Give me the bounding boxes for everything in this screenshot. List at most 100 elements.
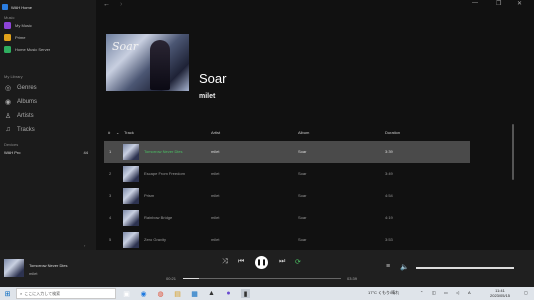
ime-indicator[interactable]: A [468,290,471,295]
server-icon [4,45,11,53]
tracks-icon: ♫ [5,126,11,133]
albums-icon: ◉ [4,98,12,106]
queue-icon[interactable]: ≡ [386,263,390,270]
device-name: WAH Pro [4,150,21,155]
sidebar-library-item[interactable]: ♫ Tracks [4,123,34,136]
track-row[interactable]: 5 Zero Gravity milet Soar 3:53 [104,229,470,251]
track-artist: milet [211,237,220,242]
sidebar-library-label: Artists [17,112,34,119]
now-playing-cover[interactable] [4,259,24,277]
prime-icon [4,33,11,41]
progress-bar[interactable] [183,278,341,279]
tray-up-icon[interactable]: ⌃ [420,290,423,295]
store-icon[interactable]: ▦ [190,289,199,298]
sidebar-source-label: Prime [15,34,26,40]
sort-chevron-icon[interactable]: ⌄ [116,130,119,135]
track-album: Soar [298,193,307,198]
total-time: 03:39 [347,276,358,281]
maximize-icon[interactable]: ❐ [496,0,501,7]
track-album: Soar [298,215,307,220]
library-section-label: My Library [4,74,23,79]
app-title: WAH Home [2,2,32,12]
music-app-icon[interactable]: ▮ [241,289,250,298]
app-b-icon[interactable]: ● [224,289,233,298]
file-explorer-icon[interactable]: ▤ [173,289,182,298]
close-icon[interactable]: ✕ [517,0,522,7]
battery-icon[interactable]: ▭ [444,290,448,295]
track-number: 2 [109,171,112,176]
track-artist: milet [211,215,220,220]
windows-start-icon[interactable]: ⊞ [3,289,12,298]
album-artist[interactable]: milet [199,93,215,100]
shuffle-icon[interactable]: ⤨ [222,258,228,266]
cover-figure [150,40,170,90]
track-title: Escape From Freedom [144,171,185,176]
now-playing-title[interactable]: Tomorrow Never Dies [29,263,67,268]
sidebar-source-item[interactable]: My Music [4,20,32,30]
col-header-album[interactable]: Album [298,130,309,135]
album-cover: Soar [106,34,189,91]
track-number: 5 [109,237,112,242]
devices-section-label: Devices [4,142,19,147]
search-icon: ⌕ [20,291,23,296]
sidebar-library-item[interactable]: ♙ Artists [4,109,34,122]
track-duration: 3:39 [385,149,393,154]
sidebar-source-item[interactable]: Home Music Server [4,44,50,54]
repeat-icon[interactable]: ⟳ [295,258,301,266]
network-icon[interactable]: ◫ [432,290,436,295]
track-number: 3 [109,193,112,198]
sidebar-library-item[interactable]: ◉ Albums [4,95,37,108]
track-number: 1 [109,149,112,154]
sidebar-source-item[interactable]: Prime [4,32,25,42]
track-title: Tomorrow Never Dies [144,149,183,154]
track-album: Soar [298,237,307,242]
previous-icon[interactable]: ⏮ [238,258,244,266]
artists-icon: ♙ [4,112,12,120]
track-album: Soar [298,149,307,154]
track-row[interactable]: 4 Rainbow Bridge milet Soar 4:19 [104,207,470,229]
weather-text[interactable]: 17°C くもり/晴れ [368,290,399,296]
track-title: Rainbow Bridge [144,215,173,220]
task-view-icon[interactable]: ▣ [122,289,131,298]
minimize-icon[interactable]: — [472,0,478,6]
next-icon[interactable]: ⏭ [279,258,285,266]
track-duration: 3:53 [385,237,393,242]
progress-fill [183,278,199,279]
track-duration: 4:54 [385,193,393,198]
sidebar-source-label: Home Music Server [15,46,51,52]
edge-icon[interactable]: ◉ [139,289,148,298]
col-header-track[interactable]: Track [124,130,134,135]
track-row[interactable]: 3 Prism milet Soar 4:54 [104,185,470,207]
back-arrow-icon[interactable]: ← [103,1,110,8]
album-title: Soar [199,71,227,86]
taskbar-search[interactable]: ⌕ ここに入力して検索 [16,288,116,299]
app-a-icon[interactable]: ▲ [207,289,216,298]
forward-arrow-icon[interactable]: › [120,1,122,8]
track-duration: 4:19 [385,215,393,220]
scrollbar[interactable] [512,124,514,180]
collapse-chevron-icon[interactable]: › [84,243,85,248]
sidebar-source-label: My Music [15,22,32,28]
col-header-duration[interactable]: Duration [385,130,400,135]
taskbar-clock[interactable]: 11:41 2023/05/15 [490,288,510,298]
pause-button[interactable]: ❚❚ [255,256,268,269]
sidebar-library-label: Genres [17,84,37,91]
volume-slider[interactable] [416,267,514,269]
track-row[interactable]: 2 Escape From Freedom milet Soar 3:49 [104,163,470,185]
sound-icon[interactable]: ◁ [456,290,459,295]
track-artist: milet [211,149,220,154]
track-title: Zero Gravity [144,237,167,242]
volume-icon[interactable]: 🔈 [400,263,409,271]
device-item[interactable]: WAH Pro 44 [4,150,88,155]
col-header-artist[interactable]: Artist [211,130,220,135]
track-thumbnail [123,188,139,204]
track-thumbnail [123,232,139,248]
sidebar-library-label: Albums [17,98,38,105]
track-row[interactable]: 1 Tomorrow Never Dies milet Soar 3:39 [104,141,470,163]
sidebar-library-item[interactable]: ◎ Genres [4,81,37,94]
now-playing-artist[interactable]: milet [29,271,37,276]
col-header-num[interactable]: # [108,130,110,135]
app-title-text: WAH Home [11,4,32,10]
notification-icon[interactable]: ▢ [524,290,528,295]
chrome-icon[interactable]: ◍ [156,289,165,298]
